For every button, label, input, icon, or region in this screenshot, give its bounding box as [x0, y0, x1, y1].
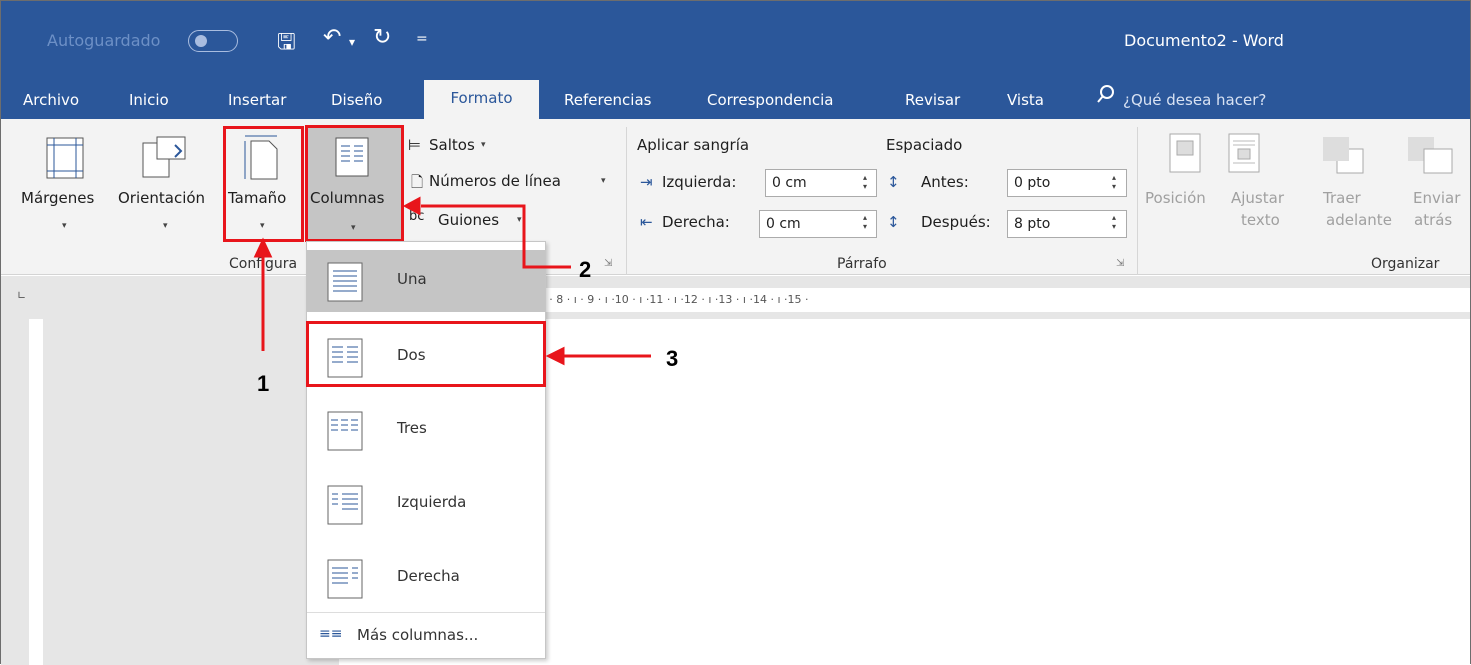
annotation-number-2: 2: [579, 257, 592, 282]
annotation-number-1: 1: [257, 371, 270, 396]
annotation-number-3: 3: [666, 346, 679, 371]
annotation-arrows: [253, 196, 651, 366]
